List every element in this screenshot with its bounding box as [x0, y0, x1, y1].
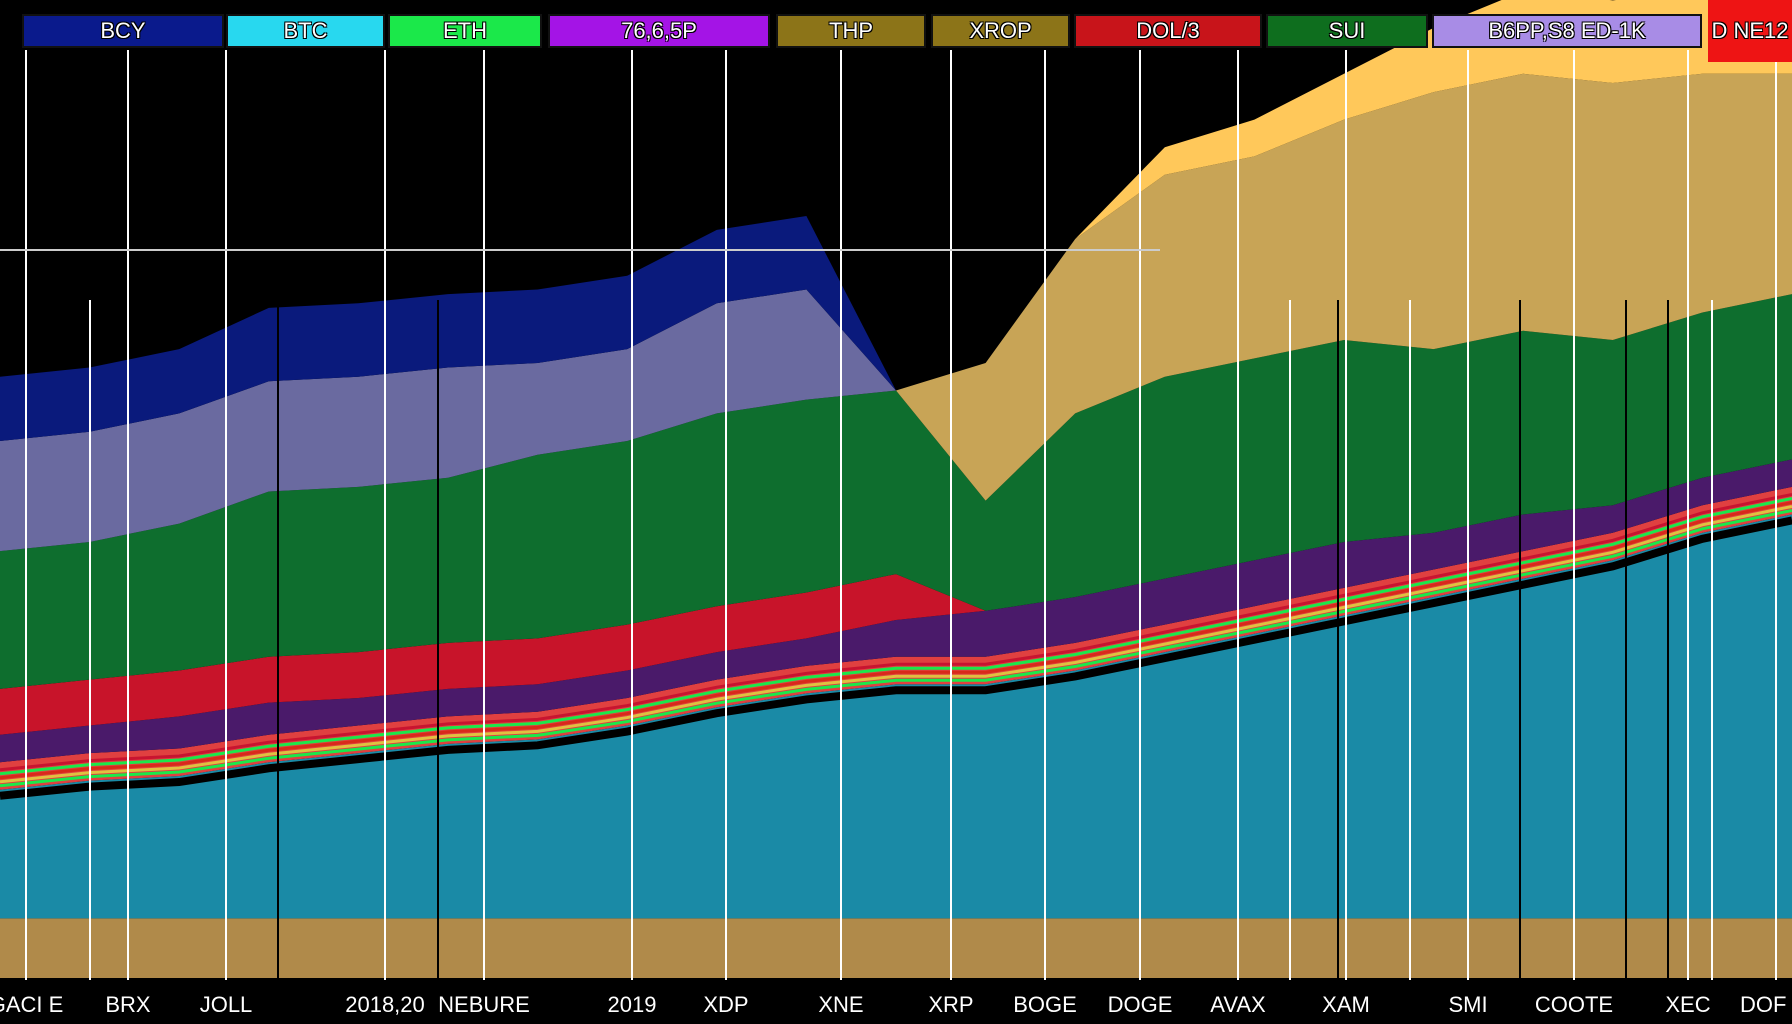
x-tick-label: DOF: [1740, 992, 1787, 1017]
x-tick-label: 2019: [607, 992, 657, 1017]
legend-entry: ETH: [388, 14, 542, 48]
x-tick-label: BRX: [105, 992, 151, 1017]
x-tick-label: GACI E: [0, 992, 64, 1017]
legend-entry: D NE12: [1708, 0, 1792, 62]
x-tick-label: COOTE: [1534, 992, 1614, 1017]
legend-entry: THP: [776, 14, 926, 48]
legend-entry: 76,6,5P: [548, 14, 770, 48]
legend-entry: DOL/3: [1074, 14, 1262, 48]
x-tick-label: XEC: [1665, 992, 1711, 1017]
x-tick-label: 2018,20: [345, 992, 425, 1017]
x-tick-label: XRP: [928, 992, 974, 1017]
legend-entry: SUI: [1266, 14, 1428, 48]
x-tick-label: NEBURE: [438, 992, 530, 1017]
legend-entry: BTC: [226, 14, 385, 48]
legend-entry: BCY: [22, 14, 224, 48]
x-tick-label: BOGE: [1013, 992, 1077, 1017]
x-tick-label: SMI: [1448, 992, 1488, 1017]
area-series-0: [0, 918, 1792, 978]
x-tick-label: DOGE: [1107, 992, 1173, 1017]
x-tick-label: XDP: [703, 992, 749, 1017]
stacked-area-chart: [0, 0, 1792, 980]
x-tick-label: AVAX: [1210, 992, 1266, 1017]
legend-entry: B6PP,S8 ED-1K: [1432, 14, 1702, 48]
x-tick-label: XNE: [818, 992, 864, 1017]
x-tick-label: JOLL: [199, 992, 253, 1017]
chart-legend: BCY BTC ETH 76,6,5P THP XROP DOL/3 SUI B6PP,S8 E…: [0, 0, 1792, 62]
legend-entry: XROP: [931, 14, 1070, 48]
x-tick-label: XAM: [1322, 992, 1370, 1017]
